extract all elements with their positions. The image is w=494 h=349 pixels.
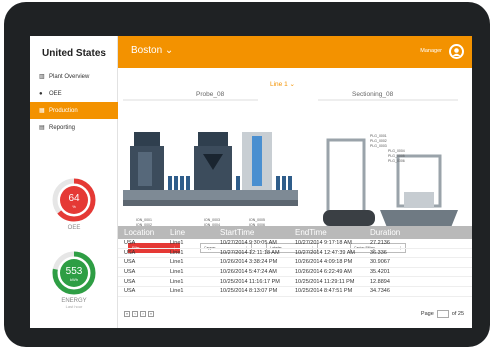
sidebar-item-label: Plant Overview (49, 73, 90, 80)
column-header-endtime[interactable]: EndTime (293, 228, 368, 237)
production-table: Location Line StartTime EndTime Duration… (118, 226, 472, 297)
oee-gauge: 64 % OEE (44, 176, 104, 231)
chevron-down-icon: ⌄ (164, 45, 174, 56)
process-view: Line 1 ⌄ Probe_08 Sectioning_08 ION_0001… (118, 68, 472, 253)
next-page-icon[interactable]: › (140, 311, 146, 317)
column-header-duration[interactable]: Duration (368, 228, 428, 237)
country-title: United States (42, 48, 106, 59)
table-row[interactable]: USA Line1 10/26/2014 5:47:24 AM 10/26/2014 … (118, 268, 472, 278)
line-label: Line 1 (270, 81, 288, 88)
table-cell: 10/25/2014 11:29:11 PM (295, 278, 355, 285)
table-cell: Line1 (170, 259, 184, 266)
drop-icon: ● (39, 90, 43, 97)
sidebar-item-label: OEE (49, 90, 62, 97)
sidebar-item-label: Reporting (49, 124, 76, 131)
oee-unit: % (72, 204, 76, 209)
table-cell: USA (124, 249, 136, 256)
table-cell: 10/25/2014 11:16:17 PM (220, 278, 280, 285)
table-cell: 35.4201 (370, 269, 390, 276)
table-cell: USA (124, 259, 136, 266)
table-row[interactable]: USA Line1 10/25/2014 11:16:17 PM 10/25/2014… (118, 277, 472, 287)
table-cell: Line1 (170, 240, 184, 247)
table-cell: USA (124, 240, 136, 247)
sidebar-item-reporting[interactable]: ▤ Reporting (30, 119, 118, 136)
table-body: USA Line1 10/27/2014 9:30:05 AM 10/27/2014 … (118, 239, 472, 297)
energy-sublabel: Last hour (65, 304, 83, 309)
table-cell: 10/26/2014 4:09:18 PM (295, 259, 353, 266)
table-row[interactable]: USA Line1 10/27/2014 12:11:18 AM 10/27/2014… (118, 249, 472, 259)
table-row[interactable]: USA Line1 10/27/2014 9:30:05 AM 10/27/2014 … (118, 239, 472, 249)
table-cell: 12.8894 (370, 278, 390, 285)
plc-label-group-1: PLG_0001 PLG_0002 PLG_0003 (370, 134, 387, 148)
page-indicator: Page of 25 (421, 310, 464, 318)
table-cell: Line1 (170, 288, 184, 295)
table-cell: 10/26/2014 6:22:49 AM (295, 269, 352, 276)
first-page-icon[interactable]: « (124, 311, 130, 317)
table-cell: 10/27/2014 12:47:39 AM (295, 249, 355, 256)
table-cell: 36.336 (370, 249, 387, 256)
table-cell: 10/25/2014 8:13:07 PM (220, 288, 278, 295)
user-icon (451, 46, 462, 57)
table-header: Location Line StartTime EndTime Duration (118, 226, 472, 239)
station-label-probe: Probe_08 (196, 91, 225, 98)
calendar-icon: ▦ (39, 108, 45, 114)
sidebar-item-production[interactable]: ▦ Production (30, 102, 118, 119)
energy-value: 553 (66, 266, 83, 277)
column-header-line[interactable]: Line (168, 228, 218, 237)
table-cell: USA (124, 288, 136, 295)
table-cell: Line1 (170, 278, 184, 285)
page-total: of 25 (451, 311, 464, 317)
pager-nav: « ‹ › » (124, 311, 154, 317)
column-header-starttime[interactable]: StartTime (218, 228, 293, 237)
energy-gauge: 553 kWh ENERGY Last hour (44, 249, 104, 309)
table-row[interactable]: USA Line1 10/25/2014 8:13:07 PM 10/25/2014 … (118, 287, 472, 297)
sidebar-item-oee[interactable]: ● OEE (30, 85, 118, 102)
table-row[interactable]: USA Line1 10/26/2014 3:38:24 PM 10/26/2014 … (118, 258, 472, 268)
table-cell: 10/25/2014 8:47:51 PM (295, 288, 353, 295)
pager: « ‹ › » Page of 25 (118, 307, 472, 321)
line-selector[interactable]: Line 1 ⌄ (270, 80, 295, 88)
city-label: Boston (131, 45, 163, 56)
sidebar-item-label: Production (49, 107, 78, 114)
avatar[interactable] (449, 44, 464, 59)
nav-menu: ▥ Plant Overview ● OEE ▦ Production ▤ Re… (30, 68, 118, 136)
table-cell: Line1 (170, 249, 184, 256)
production-line-illustration (123, 99, 458, 234)
plc-label-group-2: PLG_0004 PLG_0005 PLG_0006 (388, 149, 405, 163)
sidebar-item-plant-overview[interactable]: ▥ Plant Overview (30, 68, 118, 85)
table-cell: 34.7346 (370, 288, 390, 295)
table-cell: 27.2136 (370, 240, 390, 247)
table-cell: 10/26/2014 3:38:24 PM (220, 259, 278, 266)
app-screen: United States ▥ Plant Overview ● OEE ▦ P… (30, 36, 472, 328)
oee-label: OEE (67, 225, 81, 231)
table-cell: 10/26/2014 5:47:24 AM (220, 269, 277, 276)
table-cell: 10/27/2014 9:17:18 AM (295, 240, 352, 247)
document-icon: ▤ (39, 125, 45, 131)
station-label-sectioning: Sectioning_08 (352, 91, 394, 98)
oee-value: 64 (68, 193, 80, 204)
table-cell: USA (124, 269, 136, 276)
last-page-icon[interactable]: » (148, 311, 154, 317)
energy-gauge-ring: 553 kWh (52, 251, 96, 295)
user-name[interactable]: Manager (420, 48, 442, 54)
table-cell: 10/27/2014 9:30:05 AM (220, 240, 277, 247)
bar-chart-icon: ▥ (39, 74, 45, 80)
energy-unit: kWh (70, 277, 78, 282)
table-cell: 10/27/2014 12:11:18 AM (220, 249, 280, 256)
table-cell: 30.9067 (370, 259, 390, 266)
table-cell: Line1 (170, 269, 184, 276)
sidebar: United States ▥ Plant Overview ● OEE ▦ P… (30, 36, 118, 328)
page-number-input[interactable] (436, 310, 449, 318)
table-cell: USA (124, 278, 136, 285)
column-header-location[interactable]: Location (118, 228, 168, 237)
header-bar: Boston ⌄ Manager (118, 36, 472, 68)
page-label: Page (420, 311, 434, 317)
oee-gauge-ring: 64 % (52, 178, 96, 222)
chevron-down-icon: ⌄ (289, 81, 295, 88)
city-selector[interactable]: Boston ⌄ (131, 45, 173, 56)
prev-page-icon[interactable]: ‹ (132, 311, 138, 317)
